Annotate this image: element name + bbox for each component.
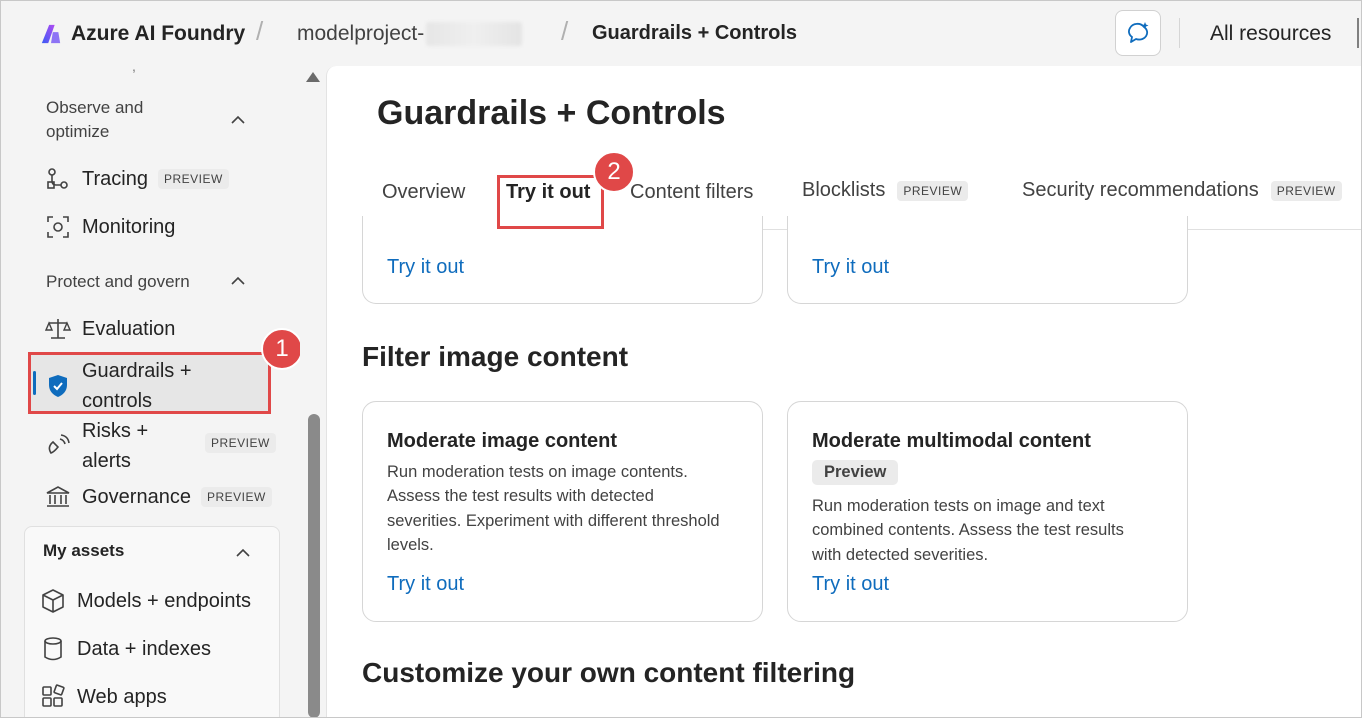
card-description: Run moderation tests on image and text c…: [812, 497, 1124, 564]
building-columns-icon: [44, 483, 72, 511]
sidebar-item-risks-alerts[interactable]: Risks + alerts PREVIEW: [44, 416, 276, 476]
content-card: Try it out: [787, 216, 1188, 304]
redacted-project-suffix: [426, 22, 523, 46]
alert-signal-icon: [44, 432, 72, 460]
sidebar-item-governance[interactable]: Governance PREVIEW: [44, 483, 272, 511]
chevron-up-icon[interactable]: [230, 273, 246, 289]
tab-security-recommendations[interactable]: Security recommendations PREVIEW: [1022, 179, 1342, 202]
breadcrumb-project[interactable]: modelproject-: [297, 22, 523, 46]
tab-label: Blocklists: [802, 179, 886, 201]
card-title: Moderate multimodal content: [812, 430, 1091, 452]
sidebar: , Observe and optimize Tracing PREVIEW M…: [0, 66, 300, 718]
tab-overview[interactable]: Overview: [382, 181, 465, 204]
group-observe-optimize: Observe and optimize: [46, 98, 144, 141]
apps-grid-icon: [39, 683, 67, 711]
brand-name: Azure AI Foundry: [71, 22, 246, 45]
page-title: Guardrails + Controls: [377, 94, 726, 132]
all-resources-link[interactable]: All resources: [1210, 22, 1331, 46]
annotation-badge-1: 1: [261, 328, 300, 370]
clipped-text-fragment: ,: [132, 66, 136, 74]
chat-sparkle-icon: [1128, 22, 1149, 43]
foundry-logo-icon: [41, 24, 61, 44]
chevron-up-icon[interactable]: [235, 545, 251, 561]
card-description: Run moderation tests on image contents. …: [387, 463, 720, 554]
sidebar-item-label: Monitoring: [82, 215, 176, 238]
moderate-multimodal-card[interactable]: Moderate multimodal content Preview Run …: [787, 401, 1188, 622]
content-card: Try it out: [362, 216, 763, 304]
tracing-icon: [44, 165, 72, 193]
breadcrumb-current: Guardrails + Controls: [592, 22, 798, 44]
scroll-up-arrow-icon[interactable]: [306, 72, 320, 82]
moderate-image-card[interactable]: Moderate image content Run moderation te…: [362, 401, 763, 622]
sidebar-item-label: Models + endpoints: [77, 589, 252, 612]
sidebar-item-tracing[interactable]: Tracing PREVIEW: [44, 165, 229, 193]
annotation-highlight-1: [28, 352, 271, 414]
sidebar-item-label: Evaluation: [82, 317, 176, 340]
tab-content-filters[interactable]: Content filters: [630, 181, 753, 204]
brand[interactable]: Azure AI Foundry: [40, 20, 245, 48]
sidebar-item-monitoring[interactable]: Monitoring: [44, 213, 175, 241]
try-it-out-link[interactable]: Try it out: [812, 256, 889, 279]
sidebar-item-label: Risks +: [82, 420, 149, 442]
project-name: modelproject-: [297, 22, 425, 45]
sidebar-item-label: Governance: [82, 485, 191, 508]
preview-badge: PREVIEW: [200, 487, 272, 507]
sidebar-item-label: Data + indexes: [77, 637, 211, 660]
chevron-up-icon[interactable]: [230, 112, 246, 128]
annotation-highlight-2: [497, 175, 604, 229]
sidebar-item-data-indexes[interactable]: Data + indexes: [39, 635, 211, 663]
try-it-out-link[interactable]: Try it out: [812, 573, 889, 596]
sidebar-item-evaluation[interactable]: Evaluation: [44, 315, 175, 343]
sidebar-item-label: Web apps: [77, 685, 167, 708]
group-protect-govern: Protect and govern: [46, 272, 190, 291]
breadcrumb-separator: /: [256, 16, 264, 46]
scales-icon: [44, 315, 72, 343]
annotation-badge-2: 2: [593, 151, 635, 193]
my-assets-title: My assets: [43, 541, 125, 560]
sidebar-item-label: alerts: [82, 450, 131, 472]
sidebar-item-label-wrap: Risks + alerts: [82, 416, 148, 476]
copilot-chat-button[interactable]: [1115, 10, 1161, 56]
sidebar-item-models-endpoints[interactable]: Models + endpoints: [39, 587, 251, 615]
preview-badge: PREVIEW: [157, 169, 229, 189]
preview-badge: PREVIEW: [205, 433, 276, 453]
main-panel: Guardrails + Controls Overview Try it ou…: [326, 66, 1362, 718]
top-bar: Azure AI Foundry / modelproject- / Guard…: [0, 0, 1362, 66]
preview-badge: PREVIEW: [1270, 180, 1342, 201]
sidebar-item-label: Tracing: [82, 167, 148, 190]
breadcrumb-separator: /: [561, 16, 569, 46]
divider: [1357, 18, 1359, 48]
monitoring-icon: [44, 213, 72, 241]
preview-badge: PREVIEW: [897, 180, 969, 201]
sidebar-item-web-apps[interactable]: Web apps: [39, 683, 167, 711]
tab-blocklists[interactable]: Blocklists PREVIEW: [802, 179, 969, 202]
section-title-customize: Customize your own content filtering: [362, 657, 856, 688]
cube-icon: [39, 587, 67, 615]
my-assets-section: My assets Models + endpoints Data + inde…: [24, 526, 280, 718]
section-title-filter-image: Filter image content: [362, 341, 629, 372]
divider: [1179, 18, 1180, 48]
tab-label: Security recommendations: [1022, 179, 1259, 201]
card-title: Moderate image content: [387, 430, 618, 452]
try-it-out-link[interactable]: Try it out: [387, 256, 464, 279]
preview-pill: Preview: [812, 460, 899, 485]
sidebar-scrollbar-thumb[interactable]: [308, 414, 320, 718]
try-it-out-link[interactable]: Try it out: [387, 573, 464, 596]
database-icon: [39, 635, 67, 663]
